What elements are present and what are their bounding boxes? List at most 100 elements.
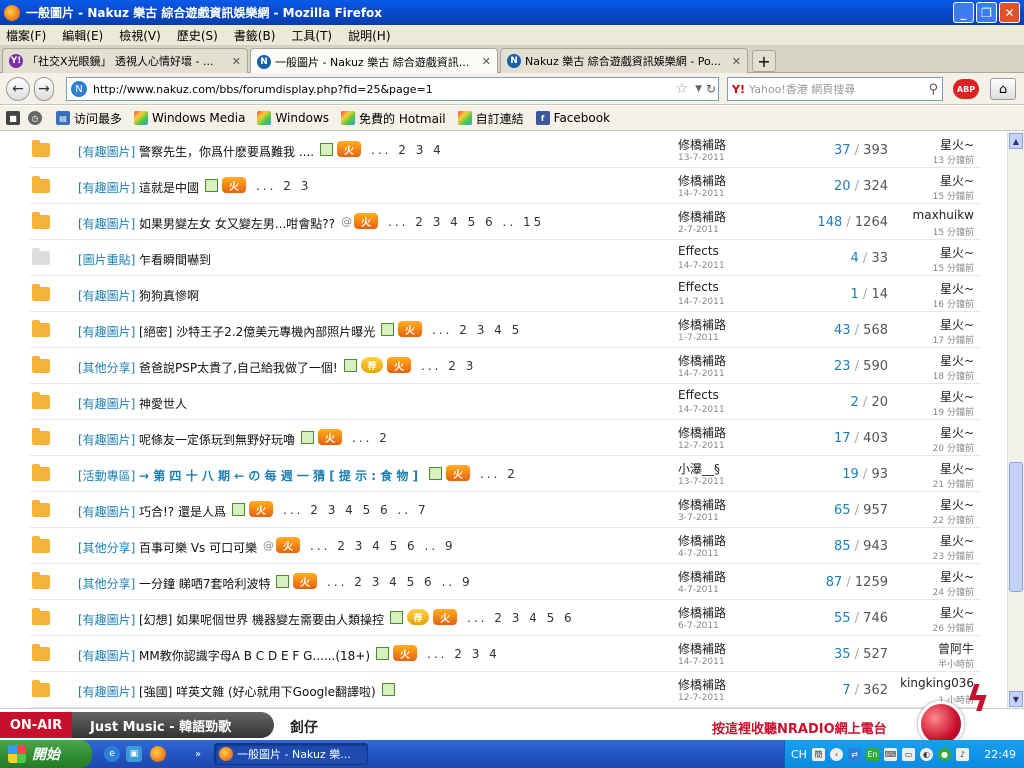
language-indicator[interactable]: CH — [791, 748, 807, 761]
last-poster-link[interactable]: 星火~ — [940, 568, 974, 585]
scrollbar-thumb[interactable] — [1009, 462, 1023, 592]
tab-close-icon[interactable]: ✕ — [482, 55, 491, 68]
thread-author-link[interactable]: 修橋補路 — [678, 352, 726, 369]
thread-author-link[interactable]: 修橋補路 — [678, 316, 726, 333]
reload-icon[interactable]: ↻ — [706, 82, 716, 96]
thread-author-link[interactable]: 修橋補路 — [678, 604, 726, 621]
tab-forum-active[interactable]: N 一般圖片 - Nakuz 樂古 綜合遊戲資訊... ✕ — [250, 48, 498, 74]
thread-category-link[interactable]: [有趣圖片] — [78, 647, 135, 664]
thread-author-link[interactable]: 修橋補路 — [678, 532, 726, 549]
bookmark-toolbar-icon[interactable]: ■ — [6, 111, 24, 125]
thread-category-link[interactable]: [有趣圖片] — [78, 323, 135, 340]
bookmark-star-icon[interactable]: ☆ — [675, 81, 688, 97]
start-button[interactable]: 開始 — [0, 740, 92, 768]
last-post-time[interactable]: 15 分鐘前 — [933, 189, 974, 202]
menu-tools[interactable]: 工具(T) — [291, 27, 332, 44]
nradio-link[interactable]: 按這裡收聽NRADIO網上電台 — [712, 718, 887, 737]
thread-page-links[interactable]: ... 2 3 — [421, 359, 476, 373]
bookmark-facebook[interactable]: f Facebook — [535, 111, 610, 125]
vertical-scrollbar[interactable]: ▲ ▼ — [1007, 132, 1024, 708]
network-icon[interactable]: ⇄ — [847, 747, 861, 761]
last-poster-link[interactable]: 星火~ — [940, 496, 974, 513]
last-post-time[interactable]: 半小時前 — [938, 657, 974, 670]
thread-category-link[interactable]: [有趣圖片] — [78, 503, 135, 520]
thread-page-links[interactable]: ... 2 — [352, 431, 390, 445]
thread-row[interactable]: [有趣圖片] 警察先生，你爲什麽要爲難我 .... 火... 2 3 4 修橋補路 13… — [30, 132, 980, 168]
bookmark-windows-media[interactable]: Windows Media — [134, 111, 245, 125]
thread-title-link[interactable]: [強國] 咩英文雜 (好心就用下Google翻譯啦) — [139, 683, 376, 700]
minimize-icon[interactable]: _ — [953, 2, 974, 23]
menu-history[interactable]: 歷史(S) — [177, 27, 218, 44]
last-poster-link[interactable]: 星火~ — [940, 244, 974, 261]
adblock-icon[interactable]: ABP — [953, 79, 979, 99]
url-dropdown-icon[interactable]: ▼ — [695, 84, 702, 94]
thread-category-link[interactable]: [活動專區] — [78, 467, 135, 484]
menu-view[interactable]: 檢視(V) — [119, 27, 161, 44]
thread-page-links[interactable]: ... 2 3 4 5 6 — [467, 611, 575, 625]
thread-author-link[interactable]: 修橋補路 — [678, 424, 726, 441]
scroll-down-icon[interactable]: ▼ — [1009, 691, 1023, 707]
bookmark-custom-links[interactable]: 自訂連結 — [457, 110, 524, 127]
last-post-time[interactable]: 23 分鐘前 — [933, 549, 974, 562]
thread-category-link[interactable]: [有趣圖片] — [78, 287, 135, 304]
last-poster-link[interactable]: 星火~ — [940, 604, 974, 621]
thread-author-link[interactable]: 修橋補路 — [678, 172, 726, 189]
thread-page-links[interactable]: ... 2 3 — [256, 179, 311, 193]
menu-file[interactable]: 檔案(F) — [6, 27, 46, 44]
thread-row[interactable]: [有趣圖片] 如果男變左女 女又變左男...咁會點?? @ 火 ... 2 3 4 5 … — [30, 204, 980, 240]
thread-row[interactable]: [有趣圖片] [強國] 咩英文雜 (好心就用下Google翻譯啦) 修橋補路 12-7… — [30, 672, 980, 708]
thread-author-link[interactable]: 修橋補路 — [678, 136, 726, 153]
thread-category-link[interactable]: [其他分享] — [78, 359, 135, 376]
thread-page-links[interactable]: ... 2 3 4 — [371, 143, 444, 157]
last-post-time[interactable]: 15 分鐘前 — [933, 261, 974, 274]
forward-button[interactable]: → — [34, 77, 54, 101]
thread-row[interactable]: [有趣圖片] [絕密] 沙特王子2.2億美元專機內部照片曝光 火 ... 2 3 4 … — [30, 312, 980, 348]
thread-title-link[interactable]: 狗狗真慘啊 — [139, 287, 199, 304]
thread-title-link[interactable]: 百事可樂 Vs 可口可樂 — [139, 539, 257, 556]
tab-nakuz-post[interactable]: N Nakuz 樂古 綜合遊戲資訊娛樂網 - Po... ✕ — [500, 48, 748, 73]
menu-edit[interactable]: 編輯(E) — [62, 27, 103, 44]
thread-title-link[interactable]: → 第 四 十 八 期 ← の 每 週 一 猜 [ 提 示 : 食 物 ] — [139, 467, 418, 484]
last-post-time[interactable]: 19 分鐘前 — [933, 405, 974, 418]
last-post-time[interactable]: 16 分鐘前 — [933, 297, 974, 310]
last-poster-link[interactable]: 星火~ — [940, 316, 974, 333]
bookmark-windows[interactable]: Windows — [257, 111, 329, 125]
thread-page-links[interactable]: ... 2 — [480, 467, 518, 481]
thread-author-link[interactable]: 修橋補路 — [678, 568, 726, 585]
thread-title-link[interactable]: 爸爸說PSP太貴了,自己給我做了一個! — [139, 359, 338, 376]
volume-icon[interactable]: ♪ — [955, 747, 969, 761]
menu-bookmarks[interactable]: 書籤(B) — [234, 27, 276, 44]
last-post-time[interactable]: 22 分鐘前 — [933, 513, 974, 526]
status-icon[interactable]: ● — [937, 747, 951, 761]
thread-author-link[interactable]: 修橋補路 — [678, 208, 726, 225]
last-poster-link[interactable]: maxhuikw — [913, 208, 974, 222]
thread-row[interactable]: [圖片重貼] 乍看瞬間嚇到 Effects 14-7-2011 4 / 33 星火~ 15 … — [30, 240, 980, 276]
last-post-time[interactable]: 24 分鐘前 — [933, 585, 974, 598]
home-button[interactable]: ⌂ — [990, 78, 1016, 100]
thread-page-links[interactable]: ... 2 3 4 5 6 .. 15 — [388, 215, 544, 229]
back-button[interactable]: ← — [6, 77, 30, 101]
thread-category-link[interactable]: [有趣圖片] — [78, 431, 135, 448]
new-tab-button[interactable]: + — [752, 50, 776, 72]
thread-category-link[interactable]: [有趣圖片] — [78, 611, 135, 628]
security-icon[interactable]: ◐ — [919, 747, 933, 761]
thread-row[interactable]: [有趣圖片] 這就是中國 火 ... 2 3 修橋補路 14-7-2011 20 / 324… — [30, 168, 980, 204]
thread-page-links[interactable]: ... 2 3 4 5 6 .. 7 — [283, 503, 429, 517]
history-clock-icon[interactable]: ◷ — [28, 111, 46, 125]
tab-yahoo[interactable]: Y! 「社交X光眼鏡」 透視人心情好壞 - ... ✕ — [2, 48, 248, 73]
last-poster-link[interactable]: 星火~ — [940, 352, 974, 369]
thread-category-link[interactable]: [有趣圖片] — [78, 395, 135, 412]
last-post-time[interactable]: 17 分鐘前 — [933, 333, 974, 346]
thread-category-link[interactable]: [圖片重貼] — [78, 251, 135, 268]
thread-author-link[interactable]: 修橋補路 — [678, 640, 726, 657]
thread-row[interactable]: [其他分享] 百事可樂 Vs 可口可樂 @ 火 ... 2 3 4 5 6 .. 9 修橋… — [30, 528, 980, 564]
thread-page-links[interactable]: ... 2 3 4 — [427, 647, 500, 661]
radio-channel-button[interactable]: Just Music - 韓語勁歌 — [72, 712, 274, 738]
url-text[interactable]: http://www.nakuz.com/bbs/forumdisplay.ph… — [93, 83, 433, 96]
yahoo-search-icon[interactable]: Y! — [732, 83, 745, 96]
thread-title-link[interactable]: MM教你認識字母A B C D E F G......(18+) — [139, 647, 370, 664]
tab-close-icon[interactable]: ✕ — [732, 55, 741, 68]
thread-author-link[interactable]: Effects — [678, 280, 719, 294]
thread-author-link[interactable]: 修橋補路 — [678, 676, 726, 693]
thread-row[interactable]: [其他分享] 爸爸說PSP太貴了,自己給我做了一個! 荐火 ... 2 3 修橋補路 14… — [30, 348, 980, 384]
